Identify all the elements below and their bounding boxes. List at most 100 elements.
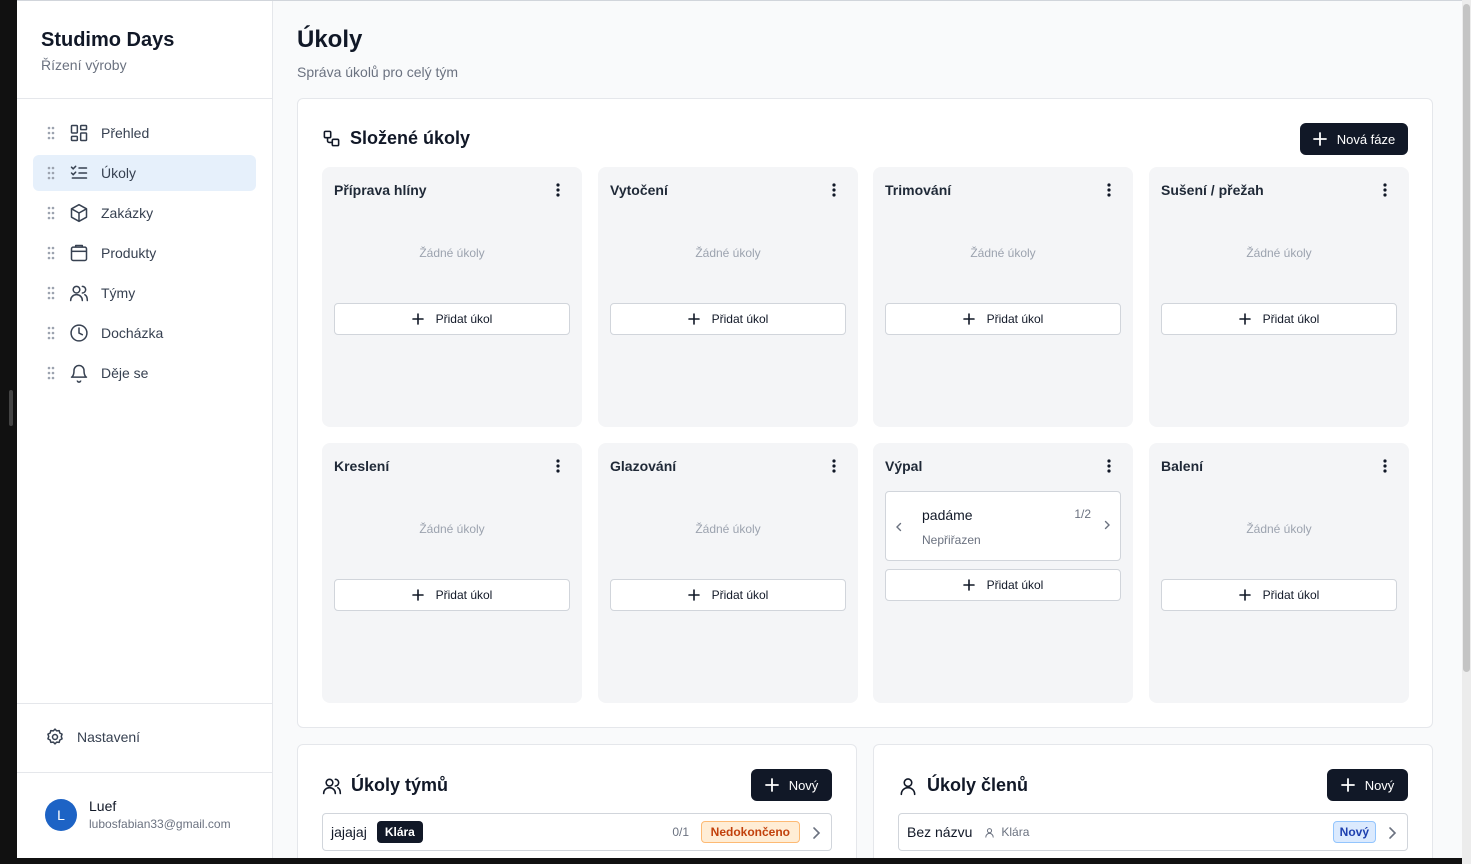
app-window: Studimo Days Řízení výroby Přehled Úkoly…	[17, 0, 1462, 858]
bell-icon	[70, 364, 88, 383]
plus-icon	[411, 313, 424, 325]
sidebar-item-deje-se[interactable]: Děje se	[33, 355, 256, 391]
member-task-name: Bez názvu	[907, 824, 973, 840]
add-task-button[interactable]: Přidat úkol	[885, 569, 1121, 601]
add-task-button[interactable]: Přidat úkol	[1161, 579, 1397, 611]
sidebar-item-prehled[interactable]: Přehled	[33, 115, 256, 151]
task-name: padáme	[922, 507, 973, 523]
plus-icon	[962, 313, 975, 325]
plus-icon	[962, 579, 975, 591]
card-header: Úkoly členů	[898, 775, 1028, 796]
more-vertical-icon[interactable]	[552, 458, 564, 474]
sidebar-item-label: Týmy	[101, 285, 136, 301]
add-task-label: Přidat úkol	[986, 578, 1044, 592]
add-task-button[interactable]: Přidat úkol	[610, 579, 846, 611]
users-icon	[322, 778, 342, 794]
add-task-button[interactable]: Přidat úkol	[334, 303, 570, 335]
drag-handle-icon[interactable]	[47, 366, 55, 380]
table-row[interactable]: Bez názvu Klára Nový	[898, 813, 1408, 851]
add-task-button[interactable]: Přidat úkol	[610, 303, 846, 335]
divider	[17, 98, 272, 99]
more-vertical-icon[interactable]	[828, 182, 840, 198]
plus-icon	[1340, 778, 1355, 792]
sidebar-item-label: Produkty	[101, 245, 157, 261]
phase-title: Glazování	[610, 458, 677, 474]
phase-title: Balení	[1161, 458, 1204, 474]
chevron-right-icon[interactable]	[1103, 520, 1111, 530]
scrollbar-thumb[interactable]	[1463, 4, 1470, 672]
card-title: Úkoly členů	[927, 775, 1029, 795]
phase-title: Kreslení	[334, 458, 390, 474]
add-task-button[interactable]: Přidat úkol	[885, 303, 1121, 335]
drag-handle-icon[interactable]	[47, 326, 55, 340]
shopping-bag-icon	[70, 244, 88, 262]
add-task-label: Přidat úkol	[711, 588, 769, 602]
plus-icon	[1312, 132, 1327, 146]
empty-state: Žádné úkoly	[695, 246, 761, 260]
phase-title: Příprava hlíny	[334, 182, 427, 198]
phase-title: Trimování	[885, 182, 952, 198]
phase-title: Vytočení	[610, 182, 668, 198]
more-vertical-icon[interactable]	[1103, 458, 1115, 474]
add-task-button[interactable]: Přidat úkol	[334, 579, 570, 611]
add-task-label: Přidat úkol	[711, 312, 769, 326]
new-phase-label: Nová fáze	[1336, 131, 1396, 147]
drag-handle-icon[interactable]	[47, 286, 55, 300]
user-name: Luef	[89, 798, 117, 814]
empty-state: Žádné úkoly	[1246, 246, 1312, 260]
settings-link[interactable]: Nastavení	[45, 727, 140, 747]
users-icon	[69, 285, 89, 302]
sidebar-item-tymy[interactable]: Týmy	[33, 275, 256, 311]
user-email: lubosfabian33@gmail.com	[89, 817, 231, 831]
drag-handle-icon[interactable]	[47, 166, 55, 180]
card-header: Složené úkoly	[322, 128, 470, 149]
drag-handle-icon[interactable]	[47, 206, 55, 220]
scrollbar[interactable]	[1462, 0, 1471, 864]
gear-icon	[47, 728, 63, 745]
drag-handle-icon[interactable]	[47, 246, 55, 260]
user-profile[interactable]: L Luef lubosfabian33@gmail.com	[45, 798, 231, 831]
sidebar-item-label: Děje se	[101, 365, 149, 381]
sidebar-item-zakazky[interactable]: Zakázky	[33, 195, 256, 231]
sidebar-item-dochazka[interactable]: Docházka	[33, 315, 256, 351]
plus-icon	[687, 589, 700, 601]
phase-column: Kreslení Žádné úkoly Přidat úkol	[322, 443, 582, 703]
add-task-label: Přidat úkol	[435, 588, 493, 602]
table-row[interactable]: jajajaj Klára 0/1 Nedokončeno	[322, 813, 832, 851]
plus-icon	[1238, 589, 1251, 601]
new-member-task-button[interactable]: Nový	[1327, 769, 1408, 801]
card-title: Složené úkoly	[350, 128, 471, 148]
more-vertical-icon[interactable]	[1379, 182, 1391, 198]
phase-column: Glazování Žádné úkoly Přidat úkol	[598, 443, 858, 703]
phase-column: Příprava hlíny Žádné úkoly Přidat úkol	[322, 167, 582, 427]
sidebar-item-produkty[interactable]: Produkty	[33, 235, 256, 271]
add-task-label: Přidat úkol	[1262, 588, 1320, 602]
sidebar-item-label: Zakázky	[101, 205, 154, 221]
add-task-label: Přidat úkol	[1262, 312, 1320, 326]
card-header: Úkoly týmů	[322, 775, 448, 796]
new-team-task-button[interactable]: Nový	[751, 769, 832, 801]
window-edge-handle	[9, 390, 13, 426]
card-title: Úkoly týmů	[351, 775, 449, 795]
add-task-button[interactable]: Přidat úkol	[1161, 303, 1397, 335]
new-phase-button[interactable]: Nová fáze	[1300, 123, 1408, 155]
phase-column: Balení Žádné úkoly Přidat úkol	[1149, 443, 1409, 703]
add-task-label: Přidat úkol	[986, 312, 1044, 326]
status-badge: Nedokončeno	[700, 821, 800, 843]
more-vertical-icon[interactable]	[552, 182, 564, 198]
drag-handle-icon[interactable]	[47, 126, 55, 140]
main-content: Úkoly Správa úkolů pro celý tým Složené …	[273, 1, 1462, 858]
more-vertical-icon[interactable]	[1103, 182, 1115, 198]
add-task-label: Přidat úkol	[435, 312, 493, 326]
assignee: Klára	[984, 825, 1029, 839]
chevron-right-icon	[1389, 827, 1397, 839]
app-name: Studimo Days	[41, 29, 175, 51]
chevron-left-icon[interactable]	[895, 522, 903, 532]
page-subtitle: Správa úkolů pro celý tým	[297, 64, 459, 80]
more-vertical-icon[interactable]	[1379, 458, 1391, 474]
new-label: Nový	[788, 777, 819, 793]
task-card[interactable]: padáme 1/2 Nepřiřazen	[885, 491, 1121, 561]
more-vertical-icon[interactable]	[828, 458, 840, 474]
plus-icon	[764, 778, 779, 792]
sidebar-item-ukoly[interactable]: Úkoly	[33, 155, 256, 191]
